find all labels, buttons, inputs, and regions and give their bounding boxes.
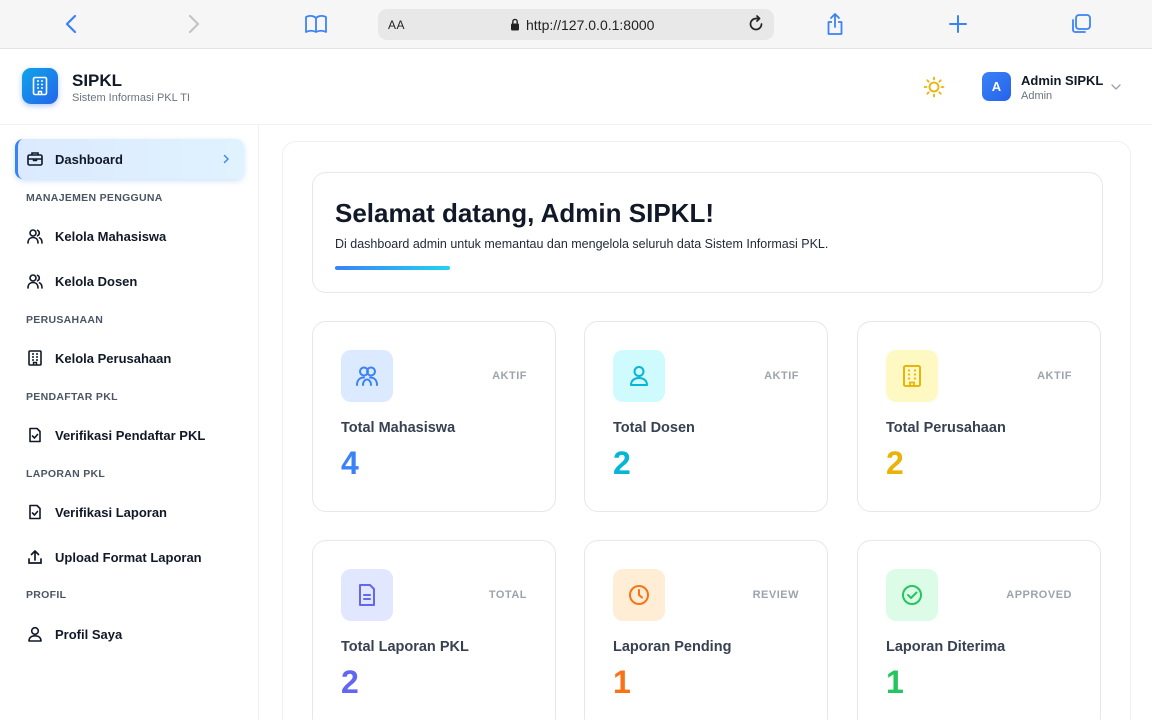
- sidebar-item-label: Verifikasi Laporan: [55, 504, 167, 520]
- share-button[interactable]: [822, 11, 848, 37]
- sidebar-item-label: Kelola Mahasiswa: [55, 228, 167, 244]
- card-title: Total Laporan PKL: [341, 639, 469, 655]
- theme-toggle-button[interactable]: [922, 75, 946, 99]
- building-icon: [25, 348, 45, 368]
- bookmarks-button[interactable]: [303, 11, 329, 37]
- app-logo[interactable]: [22, 68, 58, 104]
- card-title: Laporan Diterima: [886, 639, 1006, 655]
- tabs-button[interactable]: [1068, 11, 1094, 37]
- status-badge: AKTIF: [1037, 370, 1072, 382]
- user-icon: [25, 624, 45, 644]
- card-title: Total Perusahaan: [886, 420, 1006, 436]
- chevron-right-icon: [220, 153, 232, 165]
- section-pendaftar-pkl: PENDAFTAR PKL: [26, 391, 118, 403]
- sidebar-item-label: Kelola Dosen: [55, 273, 138, 289]
- status-badge: TOTAL: [488, 589, 527, 601]
- url-text: http://127.0.0.1:8000: [526, 17, 655, 33]
- check-circle-icon: [886, 569, 938, 621]
- sidebar-item-dashboard[interactable]: Dashboard: [15, 139, 244, 179]
- building-icon: [886, 350, 938, 402]
- reload-button[interactable]: [744, 12, 768, 36]
- lock-icon: [511, 18, 519, 31]
- share-icon: [827, 13, 843, 35]
- building-icon: [32, 76, 48, 96]
- avatar[interactable]: A: [982, 72, 1011, 101]
- plus-icon: [949, 15, 967, 33]
- user-name[interactable]: Admin SIPKL: [1021, 73, 1103, 88]
- users-icon: [25, 271, 45, 291]
- sidebar: Dashboard MANAJEMEN PENGGUNA Kelola Maha…: [0, 125, 259, 720]
- browser-toolbar: AA http://127.0.0.1:8000: [0, 0, 1152, 49]
- clock-icon: [613, 569, 665, 621]
- stat-card-diterima[interactable]: APPROVED Laporan Diterima 1: [857, 540, 1101, 720]
- status-badge: APPROVED: [1006, 589, 1072, 601]
- tabs-icon: [1072, 14, 1091, 33]
- status-badge: AKTIF: [492, 370, 527, 382]
- document-icon: [341, 569, 393, 621]
- stat-card-laporan[interactable]: TOTAL Total Laporan PKL 2: [312, 540, 556, 720]
- forward-button[interactable]: [181, 11, 207, 37]
- users-icon: [341, 350, 393, 402]
- accent-divider: [335, 266, 450, 270]
- card-value: 2: [341, 664, 359, 700]
- welcome-subtitle: Di dashboard admin untuk memantau dan me…: [335, 237, 829, 251]
- stat-card-pending[interactable]: REVIEW Laporan Pending 1: [584, 540, 828, 720]
- section-laporan-pkl: LAPORAN PKL: [26, 468, 106, 480]
- brand-title: SIPKL: [72, 71, 123, 90]
- section-manajemen-pengguna: MANAJEMEN PENGGUNA: [26, 192, 163, 204]
- main-content: Selamat datang, Admin SIPKL! Di dashboar…: [282, 141, 1131, 720]
- card-title: Laporan Pending: [613, 639, 732, 655]
- page-title: Selamat datang, Admin SIPKL!: [335, 198, 714, 228]
- sidebar-item-label: Kelola Perusahaan: [55, 350, 172, 366]
- users-icon: [25, 226, 45, 246]
- new-tab-button[interactable]: [945, 11, 971, 37]
- address-bar[interactable]: AA http://127.0.0.1:8000: [378, 9, 774, 40]
- app-header: SIPKL Sistem Informasi PKL TI A Admin SI…: [0, 49, 1152, 125]
- card-title: Total Dosen: [613, 420, 695, 436]
- sidebar-item-verifikasi-pendaftar[interactable]: Verifikasi Pendaftar PKL: [15, 417, 244, 453]
- file-check-icon: [25, 425, 45, 445]
- sidebar-item-label: Verifikasi Pendaftar PKL: [55, 427, 206, 443]
- user-icon: [613, 350, 665, 402]
- sidebar-item-label: Dashboard: [55, 151, 123, 167]
- sidebar-item-verifikasi-laporan[interactable]: Verifikasi Laporan: [15, 494, 244, 530]
- dashboard-icon: [25, 149, 45, 169]
- sidebar-item-upload-format-laporan[interactable]: Upload Format Laporan: [15, 539, 244, 575]
- sidebar-item-profil-saya[interactable]: Profil Saya: [15, 616, 244, 652]
- sidebar-item-kelola-dosen[interactable]: Kelola Dosen: [15, 263, 244, 299]
- status-badge: AKTIF: [764, 370, 799, 382]
- reload-icon: [749, 15, 763, 31]
- user-menu-toggle[interactable]: [1110, 81, 1122, 93]
- section-perusahaan: PERUSAHAAN: [26, 314, 104, 326]
- brand-subtitle: Sistem Informasi PKL TI: [72, 92, 190, 104]
- stat-card-mahasiswa[interactable]: AKTIF Total Mahasiswa 4: [312, 321, 556, 512]
- card-value: 2: [886, 445, 904, 481]
- upload-icon: [25, 547, 45, 567]
- chevron-right-icon: [188, 14, 200, 34]
- user-role: Admin: [1021, 90, 1053, 102]
- welcome-card: Selamat datang, Admin SIPKL! Di dashboar…: [312, 172, 1103, 293]
- file-check-icon: [25, 502, 45, 522]
- back-button[interactable]: [58, 11, 84, 37]
- card-value: 1: [886, 664, 904, 700]
- sidebar-item-kelola-perusahaan[interactable]: Kelola Perusahaan: [15, 340, 244, 376]
- card-value: 4: [341, 445, 359, 481]
- chevron-down-icon: [1111, 84, 1121, 90]
- sidebar-item-label: Upload Format Laporan: [55, 549, 202, 565]
- book-icon: [305, 15, 327, 33]
- sidebar-item-kelola-mahasiswa[interactable]: Kelola Mahasiswa: [15, 218, 244, 254]
- stat-card-perusahaan[interactable]: AKTIF Total Perusahaan 2: [857, 321, 1101, 512]
- status-badge: REVIEW: [752, 589, 799, 601]
- section-profil: PROFIL: [26, 589, 67, 601]
- chevron-left-icon: [65, 14, 77, 34]
- text-size-button[interactable]: AA: [388, 18, 405, 32]
- card-value: 2: [613, 445, 631, 481]
- card-title: Total Mahasiswa: [341, 420, 456, 436]
- sidebar-item-label: Profil Saya: [55, 626, 123, 642]
- stat-card-dosen[interactable]: AKTIF Total Dosen 2: [584, 321, 828, 512]
- sun-icon: [923, 76, 945, 98]
- card-value: 1: [613, 664, 631, 700]
